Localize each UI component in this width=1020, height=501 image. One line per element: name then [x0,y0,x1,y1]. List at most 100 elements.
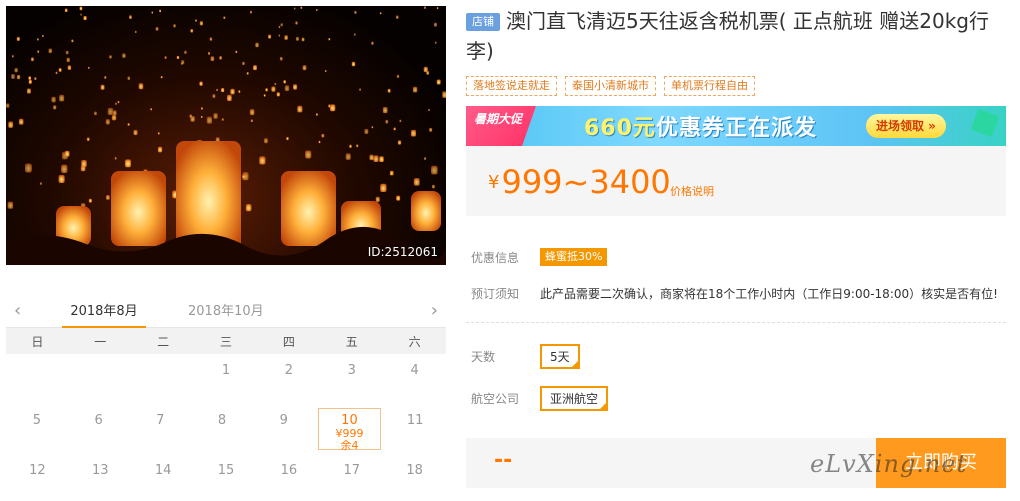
month-tab-august[interactable]: 2018年8月 [62,300,146,328]
lantern [111,114,117,121]
price-range: ¥999~3400 [488,162,671,203]
claim-coupon-button[interactable]: 进场领取 » [866,114,946,138]
lantern [80,13,82,16]
lantern [189,114,192,118]
lantern [51,96,56,103]
lantern [371,126,374,129]
product-title: 店铺 澳门直飞清迈5天往返含税机票( 正点航班 赠送20kg行李) [466,6,1006,66]
lantern [297,105,303,113]
lantern [106,194,110,200]
check-icon: ✓ [570,359,578,368]
lantern [216,88,218,91]
lantern [284,85,290,92]
calendar-day[interactable]: 1 [195,354,258,404]
lantern [434,41,437,44]
calendar-day[interactable]: 17 [320,454,383,501]
lantern [14,67,18,73]
day-number: 5 [32,413,41,428]
coupon-amount: 660元 [584,116,656,141]
day-number: 8 [217,413,227,428]
coupon-banner[interactable]: 暑期大促 660元优惠券正在派发 进场领取 » [466,106,1006,146]
lantern [160,76,163,79]
lantern [375,196,380,203]
calendar-day[interactable]: 4 [383,354,446,404]
lantern [212,94,216,98]
lantern [354,10,357,14]
chevron-left-icon[interactable]: ‹ [14,300,21,321]
lantern [65,50,69,55]
lantern [279,56,283,61]
calendar-day[interactable]: 18 [383,454,446,501]
lantern [436,7,439,10]
lantern [250,119,253,123]
lantern [330,104,336,112]
lantern [393,127,396,131]
tag-freedom: 单机票行程自由 [664,76,755,96]
lantern [293,84,298,90]
lantern [37,38,39,41]
weekday-sat: 六 [408,334,421,349]
airline-option[interactable]: 亚洲航空 ✓ [540,386,609,411]
calendar-day[interactable]: 8 [191,404,253,454]
days-option[interactable]: 5天 ✓ [540,344,580,369]
lantern [8,121,14,128]
lantern [321,133,325,138]
lantern [433,22,437,27]
lantern [94,111,97,116]
month-tab-october[interactable]: 2018年10月 [188,300,264,319]
calendar-day[interactable]: 7 [129,404,191,454]
calendar-day[interactable]: 10 ¥999 余4 [317,408,382,452]
calendar-day[interactable]: 12 [6,454,69,501]
lantern [157,146,163,153]
buy-now-button[interactable]: 立即购买 [876,438,1006,488]
calendar-day[interactable]: 6 [68,404,130,454]
lantern [295,36,299,41]
lantern [263,94,266,97]
calendar-day[interactable]: 15 [195,454,258,501]
lantern [278,34,281,37]
calendar-day[interactable]: 9 [253,404,315,454]
large-lantern [411,191,441,231]
calendar-day[interactable]: 3 [320,354,383,404]
lantern [87,66,90,69]
lantern [293,7,296,10]
lantern [371,41,374,45]
day-number: 9 [279,413,288,428]
calendar-day[interactable]: 11 [384,404,446,454]
lantern [359,88,361,91]
lantern [64,8,68,13]
calendar-day[interactable]: 16 [257,454,320,501]
chevron-right-icon[interactable]: › [431,300,438,321]
airline-value: 亚洲航空 [550,392,599,406]
days-value: 5天 [550,350,570,364]
day-number: 13 [92,463,109,478]
product-title-text: 澳门直飞清迈5天往返含税机票( 正点航班 赠送20kg行李) [466,9,989,63]
lantern [364,128,369,135]
calendar-day[interactable]: 13 [69,454,132,501]
day-number: 16 [280,463,298,478]
lantern [399,119,402,123]
calendar-empty [6,354,69,404]
large-lantern [281,171,336,246]
lantern [48,48,53,54]
lantern [16,36,20,41]
price-note-link[interactable]: 价格说明 [670,183,714,199]
lantern [219,56,222,60]
lantern [155,26,159,31]
calendar-day[interactable]: 14 [132,454,195,501]
lantern-scene [6,6,446,265]
lantern [209,37,213,41]
weekday-wed: 三 [220,334,233,349]
large-lantern [111,171,166,246]
lantern [395,15,399,19]
calendar-day[interactable]: 2 [257,354,320,404]
calendar-day[interactable]: 5 [6,404,68,454]
price-value: 999~3400 [501,163,671,201]
lantern [28,76,32,80]
lantern [157,132,160,135]
lantern [387,88,391,93]
lantern [253,65,257,71]
lantern [380,183,387,192]
lantern [238,90,241,93]
lantern [412,86,418,93]
